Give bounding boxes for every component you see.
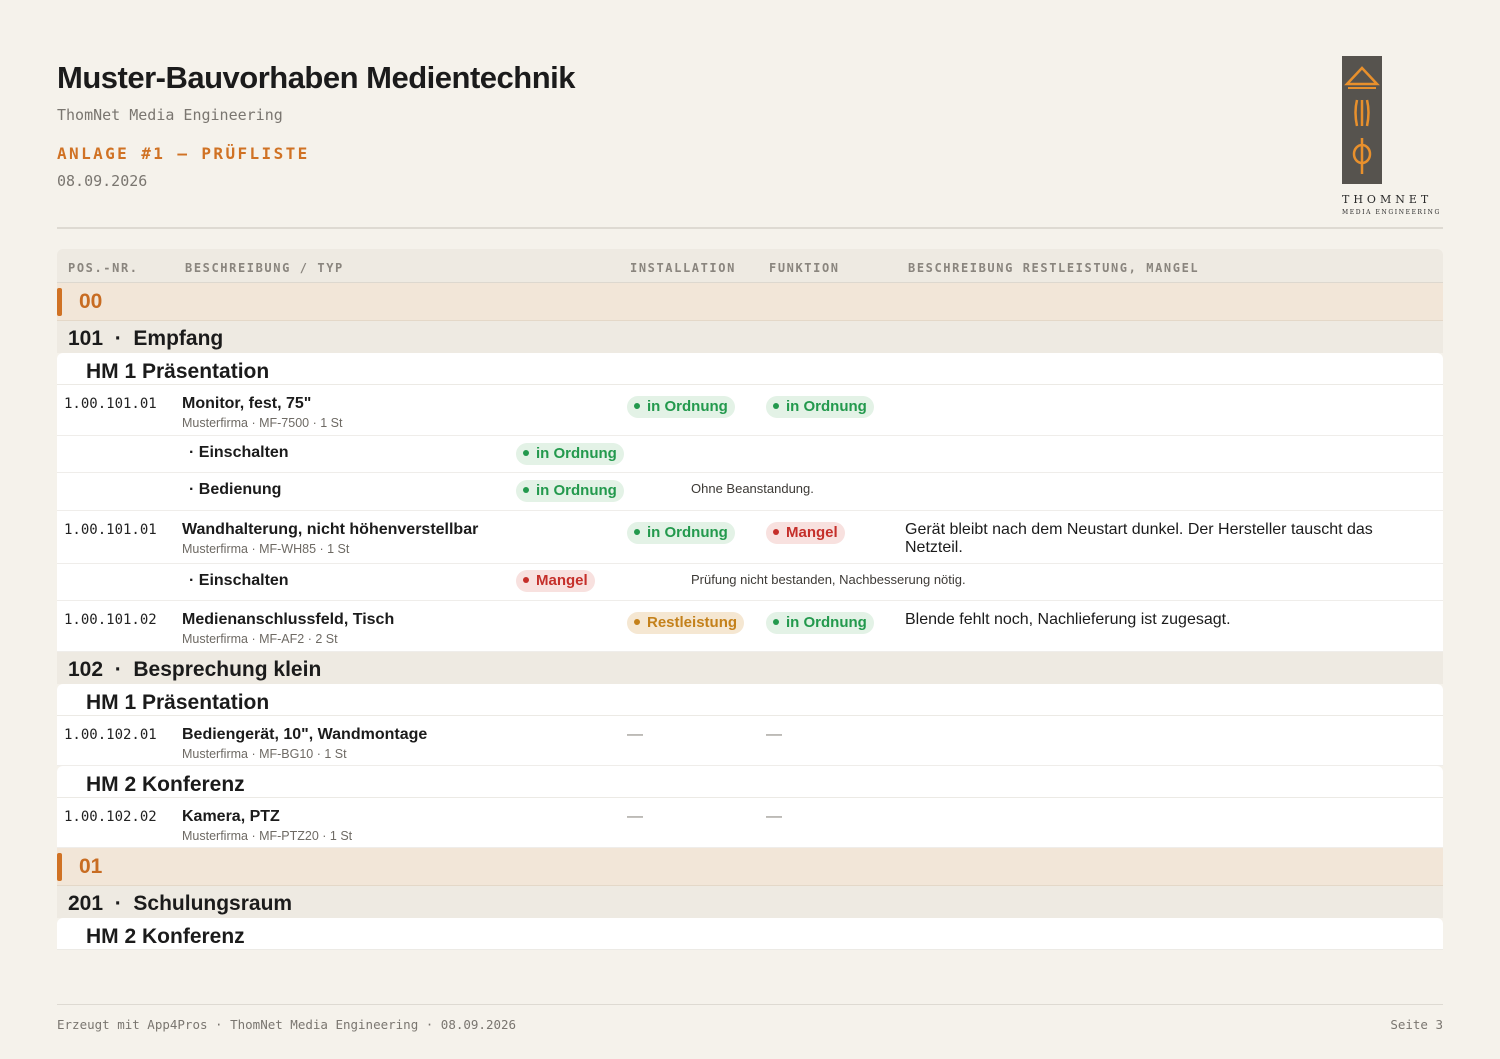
item-meta: Musterfirma · MF-AF2 · 2 St <box>182 632 338 646</box>
room-row: 101 · Empfang <box>57 321 1443 353</box>
room-row: 102 · Besprechung klein <box>57 652 1443 684</box>
room-name: Besprechung klein <box>133 658 322 681</box>
installation-status-badge: in Ordnung <box>627 522 735 544</box>
item-remark: Blende fehlt noch, Nachlieferung ist zug… <box>905 611 1231 628</box>
inspection-table: POS.-NR. BESCHREIBUNG / TYP INSTALLATION… <box>57 249 1443 950</box>
floor-label: 01 <box>79 855 103 878</box>
group-row: HM 2 Konferenz <box>57 766 1443 798</box>
document-date: 08.09.2026 <box>57 172 148 190</box>
item-meta: Musterfirma · MF-PTZ20 · 1 St <box>182 829 353 843</box>
item-meta: Musterfirma · MF-WH85 · 1 St <box>182 542 350 556</box>
footer-divider <box>57 1004 1443 1005</box>
room-label: 101 · Empfang <box>68 327 223 351</box>
logo-wordmark: THOMNET <box>1342 193 1433 206</box>
header-divider <box>57 227 1443 229</box>
group-row: HM 2 Konferenz <box>57 918 1443 950</box>
logo-emblem <box>1342 56 1382 184</box>
room-number: 101 <box>68 327 104 350</box>
group-label: HM 1 Präsentation <box>86 691 270 714</box>
group-label: HM 2 Konferenz <box>86 925 245 948</box>
sub-check-row[interactable]: · Bedienung in Ordnung Ohne Beanstandung… <box>57 473 1443 511</box>
item-meta: Musterfirma · MF-BG10 · 1 St <box>182 747 347 761</box>
footer-credit: Erzeugt mit App4Pros · ThomNet Media Eng… <box>57 1017 517 1032</box>
group-label: HM 1 Präsentation <box>86 360 270 383</box>
room-label: 201 · Schulungsraum <box>68 892 292 916</box>
item-name: Monitor, fest, 75" <box>182 395 312 412</box>
logo-tagline: MEDIA ENGINEERING <box>1342 209 1441 216</box>
group-row: HM 1 Präsentation <box>57 684 1443 716</box>
sub-check-status-badge: Mangel <box>516 570 595 592</box>
company-name: ThomNet Media Engineering <box>57 106 283 124</box>
room-separator: · <box>114 327 122 350</box>
document-title: Muster-Bauvorhaben Medientechnik <box>57 60 575 95</box>
item-name: Kamera, PTZ <box>182 808 280 825</box>
table-row[interactable]: 1.00.102.01 Bediengerät, 10", Wandmontag… <box>57 716 1443 766</box>
column-header-function: FUNKTION <box>769 261 840 275</box>
item-name: Medienanschlussfeld, Tisch <box>182 611 395 628</box>
item-name: Wandhalterung, nicht höhenverstellbar <box>182 521 479 538</box>
company-logo: THOMNET MEDIA ENGINEERING <box>1342 56 1444 218</box>
room-name: Empfang <box>133 327 224 350</box>
function-status-badge: Mangel <box>766 522 845 544</box>
room-name: Schulungsraum <box>133 892 293 915</box>
item-position: 1.00.101.01 <box>64 396 157 412</box>
table-row[interactable]: 1.00.101.01 Wandhalterung, nicht höhenve… <box>57 511 1443 564</box>
page-number: Seite 3 <box>1390 1017 1443 1032</box>
item-position: 1.00.101.02 <box>64 612 157 628</box>
sub-check-row[interactable]: · Einschalten in Ordnung <box>57 436 1443 473</box>
item-name: Bediengerät, 10", Wandmontage <box>182 726 428 743</box>
room-separator: · <box>114 658 122 681</box>
room-number: 201 <box>68 892 104 915</box>
table-header: POS.-NR. BESCHREIBUNG / TYP INSTALLATION… <box>57 249 1443 283</box>
sub-check-note: Ohne Beanstandung. <box>691 481 814 496</box>
sub-check-name: · Einschalten <box>189 444 289 461</box>
installation-status-empty: — <box>627 726 643 743</box>
sub-check-status-badge: in Ordnung <box>516 480 624 502</box>
sub-check-name: · Bedienung <box>189 481 282 498</box>
annex-label: ANLAGE #1 — PRÜFLISTE <box>57 144 310 163</box>
column-header-installation: INSTALLATION <box>630 261 736 275</box>
floor-row: 00 <box>57 283 1443 321</box>
function-status-badge: in Ordnung <box>766 396 874 418</box>
installation-status-badge: in Ordnung <box>627 396 735 418</box>
table-row[interactable]: 1.00.101.01 Monitor, fest, 75" Musterfir… <box>57 385 1443 436</box>
item-position: 1.00.101.01 <box>64 522 157 538</box>
room-label: 102 · Besprechung klein <box>68 658 321 682</box>
sub-check-status-badge: in Ordnung <box>516 443 624 465</box>
group-row: HM 1 Präsentation <box>57 353 1443 385</box>
group-label: HM 2 Konferenz <box>86 773 245 796</box>
column-header-description: BESCHREIBUNG / TYP <box>185 261 344 275</box>
room-separator: · <box>114 892 122 915</box>
column-header-remark: BESCHREIBUNG RESTLEISTUNG, MANGEL <box>908 261 1200 275</box>
installation-status-empty: — <box>627 808 643 825</box>
function-status-empty: — <box>766 726 782 743</box>
sub-check-note: Prüfung nicht bestanden, Nachbesserung n… <box>691 572 966 587</box>
room-row: 201 · Schulungsraum <box>57 886 1443 918</box>
table-row[interactable]: 1.00.101.02 Medienanschlussfeld, Tisch M… <box>57 601 1443 652</box>
installation-status-badge: Restleistung <box>627 612 745 634</box>
item-meta: Musterfirma · MF-7500 · 1 St <box>182 416 343 430</box>
item-remark: Gerät bleibt nach dem Neustart dunkel. D… <box>905 521 1373 556</box>
column-header-pos: POS.-NR. <box>68 261 139 275</box>
item-position: 1.00.102.01 <box>64 727 157 743</box>
room-number: 102 <box>68 658 104 681</box>
sub-check-row[interactable]: · Einschalten Mangel Prüfung nicht besta… <box>57 564 1443 601</box>
item-position: 1.00.102.02 <box>64 809 157 825</box>
function-status-empty: — <box>766 808 782 825</box>
floor-row: 01 <box>57 848 1443 886</box>
function-status-badge: in Ordnung <box>766 612 874 634</box>
table-row[interactable]: 1.00.102.02 Kamera, PTZ Musterfirma · MF… <box>57 798 1443 848</box>
sub-check-name: · Einschalten <box>189 572 289 589</box>
floor-label: 00 <box>79 290 103 313</box>
